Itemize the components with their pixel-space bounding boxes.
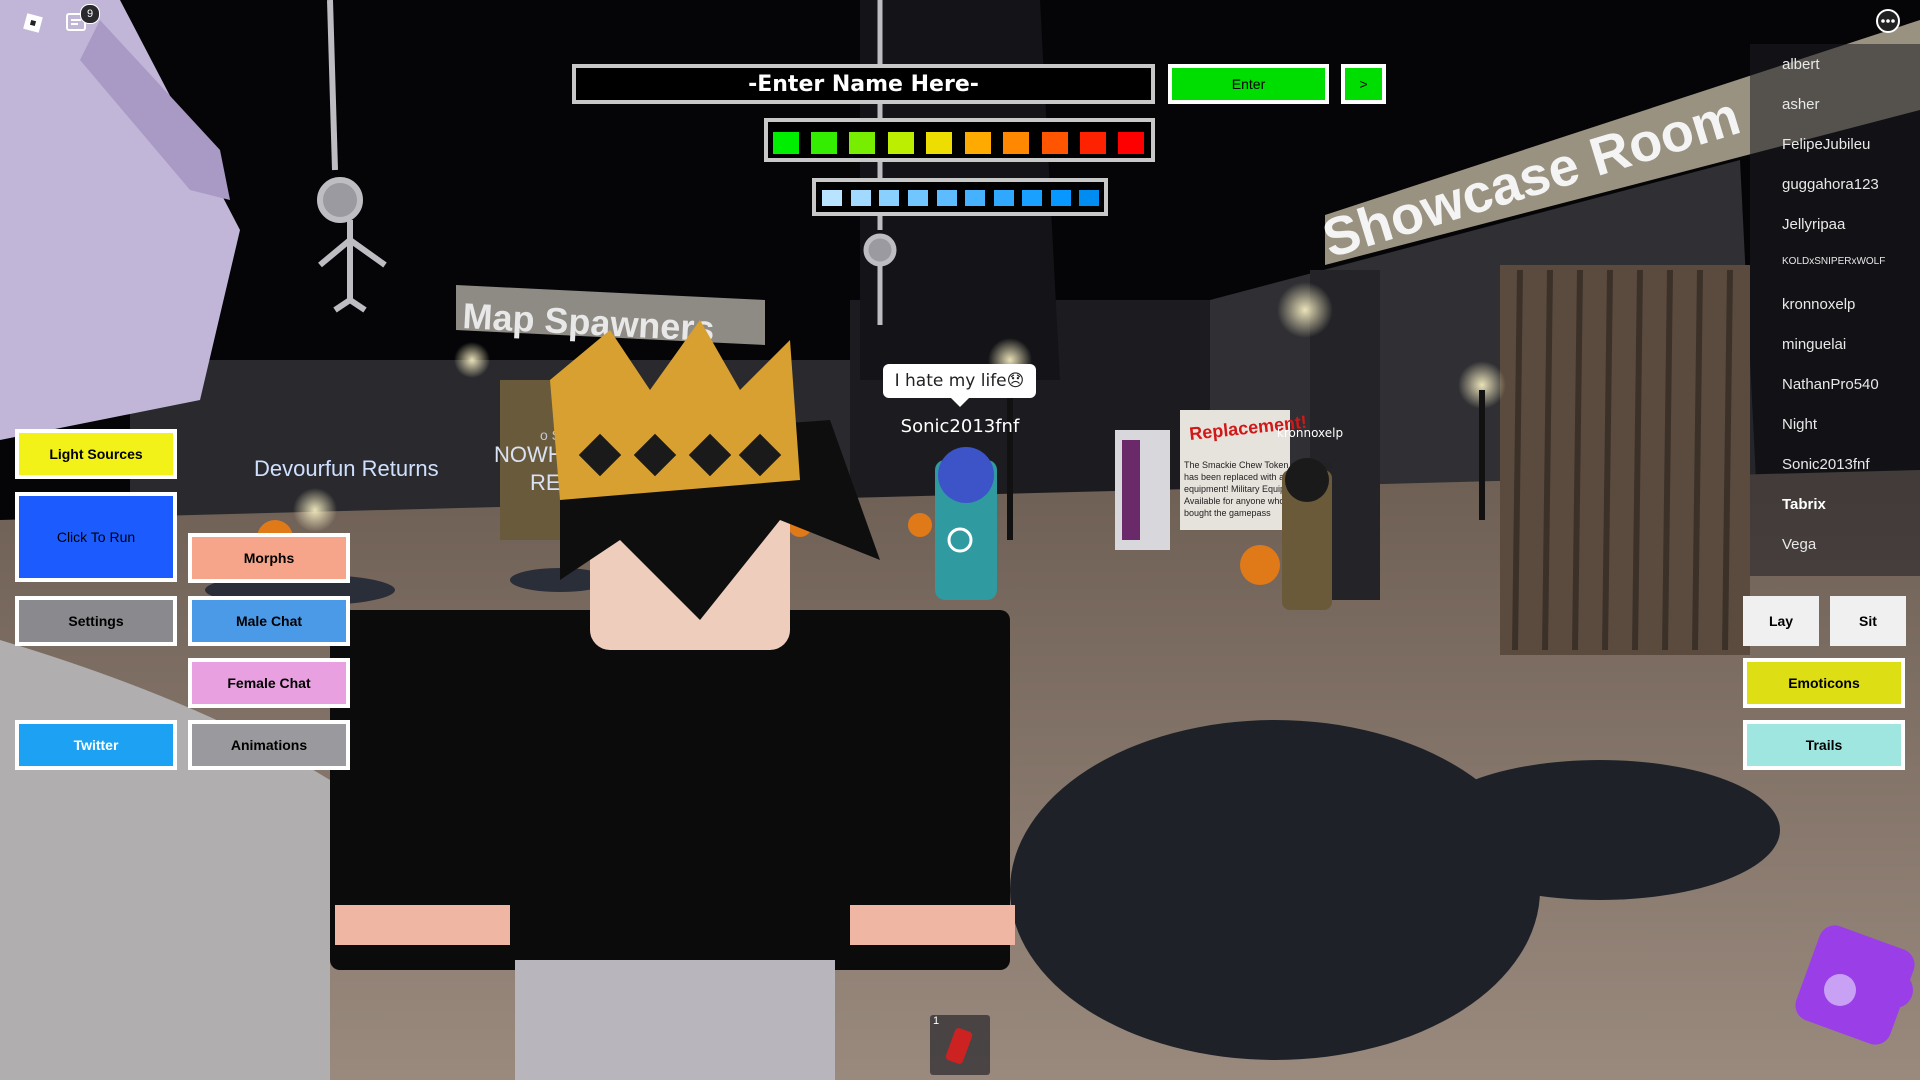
light-sources-label: Light Sources (49, 446, 143, 462)
nametag-kronnoxelp: kronnoxelp (1276, 426, 1344, 440)
pumpkin-1 (1240, 545, 1280, 585)
secondary-color-palette (812, 178, 1108, 216)
chat-bubble-tail (951, 398, 969, 407)
hotbar-slot-number: 1 (933, 1015, 940, 1027)
npc-kronnoxelp (1282, 458, 1332, 610)
player-list-item[interactable]: Night (1782, 416, 1920, 433)
pumpkin-2 (908, 513, 932, 537)
color-swatch[interactable] (1080, 132, 1106, 154)
player-list-item[interactable]: kronnoxelp (1782, 296, 1920, 313)
lay-label: Lay (1768, 613, 1794, 629)
chat-bubble: I hate my life 😞 (883, 364, 1036, 398)
female-chat-button[interactable]: Female Chat (188, 658, 350, 708)
next-arrow-label: > (1359, 76, 1368, 92)
player-list-item[interactable]: Vega (1782, 536, 1920, 553)
player-list-item[interactable]: albert (1782, 56, 1920, 73)
settings-label: Settings (68, 613, 124, 629)
notification-count: 9 (86, 8, 94, 20)
trails-label: Trails (1805, 737, 1843, 753)
female-chat-label: Female Chat (227, 675, 311, 691)
player-list-item[interactable]: NathanPro540 (1782, 376, 1920, 393)
settings-button[interactable]: Settings (15, 596, 177, 646)
enter-button-label: Enter (1231, 76, 1266, 92)
emoticons-button[interactable]: Emoticons (1743, 658, 1905, 708)
chat-bubble-text: I hate my life (894, 371, 1007, 391)
svg-text:bought the gamepass: bought the gamepass (1184, 508, 1271, 518)
sad-emoji-icon: 😞 (1006, 371, 1025, 391)
color-swatch[interactable] (849, 132, 875, 154)
player-list-item[interactable]: Sonic2013fnf (1782, 456, 1920, 473)
blue-swatch[interactable] (908, 190, 928, 206)
sit-label: Sit (1859, 613, 1877, 629)
enter-button[interactable]: Enter (1168, 64, 1329, 104)
color-swatch[interactable] (811, 132, 837, 154)
hotbar-slot-1[interactable]: 1 (930, 1015, 990, 1075)
player-list-item[interactable]: Jellyripaa (1782, 216, 1920, 233)
color-swatch[interactable] (926, 132, 952, 154)
blue-swatch[interactable] (937, 190, 957, 206)
player-list-item[interactable]: guggahora123 (1782, 176, 1920, 193)
color-swatch[interactable] (773, 132, 799, 154)
color-swatch[interactable] (1118, 132, 1144, 154)
blue-swatch[interactable] (1022, 190, 1042, 206)
name-color-palette (764, 118, 1155, 162)
twitter-label: Twitter (73, 737, 119, 753)
wooden-gate (1500, 265, 1750, 655)
lamp-glow-1 (1277, 282, 1333, 338)
blue-swatch[interactable] (822, 190, 842, 206)
blue-swatch[interactable] (1079, 190, 1099, 206)
click-to-run-label: Click To Run (56, 529, 136, 545)
click-to-run-button[interactable]: Click To Run (15, 492, 177, 582)
morphs-button[interactable]: Morphs (188, 533, 350, 583)
lay-button[interactable]: Lay (1743, 596, 1819, 646)
color-swatch[interactable] (965, 132, 991, 154)
next-arrow-button[interactable]: > (1341, 64, 1386, 104)
animations-button[interactable]: Animations (188, 720, 350, 770)
dark-floor-pad-1 (1010, 720, 1540, 1060)
blue-swatch[interactable] (965, 190, 985, 206)
player-list-item[interactable]: FelipeJubileu (1782, 136, 1920, 153)
nametag-sonic: Sonic2013fnf (900, 416, 1020, 437)
player-list-item[interactable]: KOLDxSNIPERxWOLF (1782, 256, 1920, 267)
color-swatch[interactable] (1003, 132, 1029, 154)
npc-sonic (935, 447, 997, 600)
blue-swatch[interactable] (879, 190, 899, 206)
lamp-glow-4 (454, 342, 490, 378)
dark-floor-pad-2 (1420, 760, 1780, 900)
color-swatch[interactable] (888, 132, 914, 154)
name-input[interactable] (572, 64, 1155, 104)
lamp-glow-5 (293, 488, 337, 532)
morphs-label: Morphs (243, 550, 295, 566)
light-sources-button[interactable]: Light Sources (15, 429, 177, 479)
devourfun-text: Devourfun Returns (254, 456, 439, 481)
male-chat-button[interactable]: Male Chat (188, 596, 350, 646)
animations-label: Animations (230, 737, 308, 753)
player-list-item[interactable]: Tabrix (1782, 496, 1920, 513)
soda-can-icon (944, 1026, 974, 1066)
notification-badge: 9 (80, 4, 100, 24)
blue-swatch[interactable] (1051, 190, 1071, 206)
player-list-item[interactable]: minguelai (1782, 336, 1920, 353)
more-options-icon[interactable] (1875, 8, 1901, 34)
blue-swatch[interactable] (851, 190, 871, 206)
emoticons-label: Emoticons (1788, 675, 1860, 691)
twitter-button[interactable]: Twitter (15, 720, 177, 770)
male-chat-label: Male Chat (235, 613, 303, 629)
player-list-item[interactable]: asher (1782, 96, 1920, 113)
trails-button[interactable]: Trails (1743, 720, 1905, 770)
color-swatch[interactable] (1042, 132, 1068, 154)
blue-swatch[interactable] (994, 190, 1014, 206)
roblox-menu-icon[interactable] (20, 10, 46, 36)
nowhere-text-2: RE (530, 470, 561, 495)
sit-button[interactable]: Sit (1830, 596, 1906, 646)
